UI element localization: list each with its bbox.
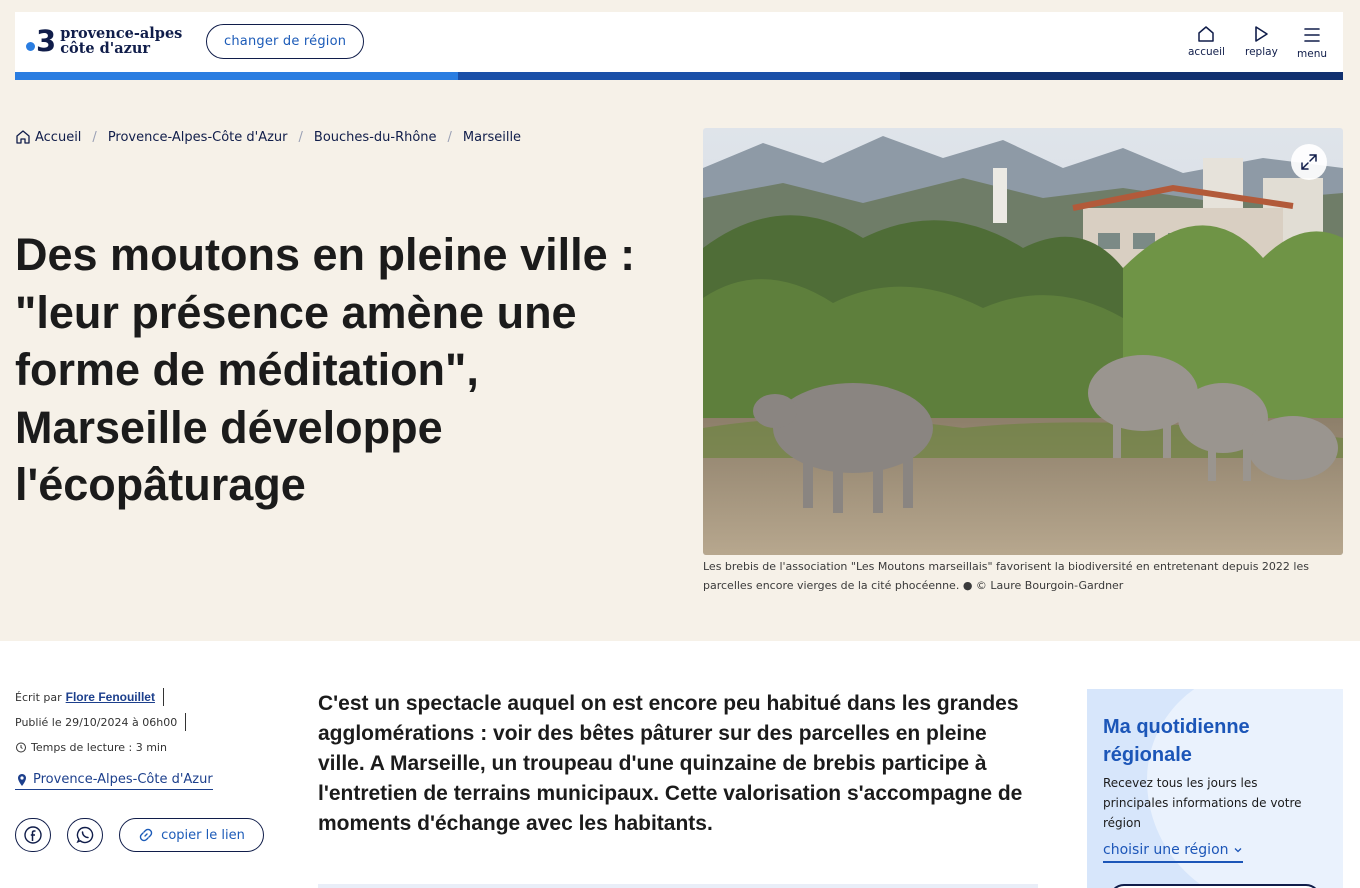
nav-accueil[interactable]: accueil xyxy=(1188,25,1225,58)
breadcrumb: Accueil / Provence-Alpes-Côte d'Azur / B… xyxy=(15,129,521,145)
site-header: 3 provence-alpes côte d'azur changer de … xyxy=(15,12,1344,80)
change-region-button[interactable]: changer de région xyxy=(206,24,365,59)
clock-icon xyxy=(16,742,26,753)
link-icon xyxy=(139,828,153,842)
breadcrumb-item-region[interactable]: Provence-Alpes-Côte d'Azur xyxy=(108,130,288,145)
breadcrumb-item-city[interactable]: Marseille xyxy=(463,130,521,145)
nav-menu[interactable]: menu xyxy=(1297,25,1327,60)
expand-icon xyxy=(1301,154,1317,170)
reading-time: Temps de lecture : 3 min xyxy=(31,740,167,754)
lead-divider xyxy=(318,884,1038,888)
logo-line-1: provence-alpes xyxy=(60,25,183,42)
newsletter-text: Recevez tous les jours les principales i… xyxy=(1103,776,1302,830)
hamburger-icon xyxy=(1304,28,1320,42)
share-whatsapp-button[interactable] xyxy=(67,818,103,852)
newsletter-region-select[interactable]: choisir une région xyxy=(1103,842,1243,863)
location-pin-icon xyxy=(18,773,26,786)
chevron-down-icon xyxy=(1234,848,1241,853)
expand-image-button[interactable] xyxy=(1291,144,1327,180)
newsletter-subscribe-button[interactable] xyxy=(1109,884,1321,888)
author-link[interactable]: Flore Fenouillet xyxy=(66,690,155,704)
image-caption: Les brebis de l'association "Les Moutons… xyxy=(703,560,1309,592)
share-facebook-button[interactable] xyxy=(15,818,51,852)
logo-line-2: côte d'azur xyxy=(60,40,151,57)
breadcrumb-home-icon xyxy=(15,129,31,145)
nav-menu-label: menu xyxy=(1297,48,1327,60)
newsletter-box: Ma quotidienne régionale Recevez tous le… xyxy=(1087,689,1343,888)
breadcrumb-separator: / xyxy=(447,129,452,145)
article-lead: C'est un spectacle auquel on est encore … xyxy=(318,692,1023,835)
nav-replay-label: replay xyxy=(1245,46,1278,58)
play-icon xyxy=(1255,26,1269,42)
nav-replay[interactable]: replay xyxy=(1245,25,1278,58)
nav-accueil-label: accueil xyxy=(1188,46,1225,58)
whatsapp-icon xyxy=(76,826,94,844)
site-logo[interactable]: 3 provence-alpes côte d'azur xyxy=(26,25,182,57)
article-title: Des moutons en pleine ville : "leur prés… xyxy=(15,229,636,510)
article-hero-image[interactable] xyxy=(703,128,1343,555)
breadcrumb-separator: / xyxy=(92,129,97,145)
meta-separator xyxy=(185,713,187,731)
copy-link-label: copier le lien xyxy=(161,827,245,843)
newsletter-title: Ma quotidienne régionale xyxy=(1103,716,1250,766)
written-by-label: Écrit par xyxy=(15,690,62,704)
published-date: Publié le 29/10/2024 à 06h00 xyxy=(15,715,178,729)
logo-text: provence-alpes côte d'azur xyxy=(60,26,182,56)
breadcrumb-item-department[interactable]: Bouches-du-Rhône xyxy=(314,130,437,145)
logo-dot xyxy=(26,41,35,51)
breadcrumb-separator: / xyxy=(298,129,303,145)
home-icon xyxy=(1198,26,1215,42)
newsletter-select-label: choisir une région xyxy=(1103,842,1229,858)
breadcrumb-item-accueil[interactable]: Accueil xyxy=(35,130,81,145)
facebook-icon xyxy=(24,826,42,844)
logo-numeral: 3 xyxy=(36,24,57,58)
article-meta: Écrit par Flore Fenouillet Publié le 29/… xyxy=(15,688,187,763)
header-color-bar xyxy=(15,72,1344,80)
location-link[interactable]: Provence-Alpes-Côte d'Azur xyxy=(15,772,213,790)
meta-separator xyxy=(162,688,164,706)
copy-link-button[interactable]: copier le lien xyxy=(119,818,264,852)
location-label: Provence-Alpes-Côte d'Azur xyxy=(33,772,213,787)
